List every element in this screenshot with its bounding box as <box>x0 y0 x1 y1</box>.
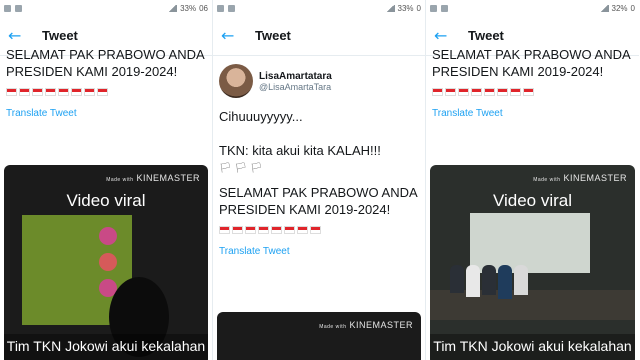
flag-icon <box>97 88 108 96</box>
app-icon <box>228 4 235 12</box>
status-bar: 32% 0 <box>426 0 639 16</box>
flag-icon <box>471 88 482 96</box>
status-bar: 33% 06 <box>0 0 212 16</box>
video-player[interactable]: Made with KINEMASTER Video viral Tim TKN … <box>430 165 635 360</box>
flag-icon <box>458 88 469 96</box>
flag-icon <box>284 226 295 234</box>
flag-icon <box>497 88 508 96</box>
author-name: LisaAmartatara <box>259 70 332 82</box>
video-title: Video viral <box>66 191 146 210</box>
back-arrow-icon[interactable]: ← <box>8 26 34 45</box>
person-silhouette <box>498 265 512 299</box>
author-handle: @LisaAmartaTara <box>259 81 332 92</box>
signal-icon <box>385 4 395 12</box>
video-frame-screen <box>470 213 590 273</box>
person-silhouette <box>482 265 496 295</box>
flag-emoji-row <box>426 80 639 96</box>
flag-icon <box>445 88 456 96</box>
flag-icon <box>6 88 17 96</box>
flag-icon <box>258 226 269 234</box>
person-silhouette <box>450 265 464 293</box>
battery-level: 33% <box>180 3 197 13</box>
flag-icon <box>510 88 521 96</box>
flag-icon <box>484 88 495 96</box>
video-title: Video viral <box>492 191 573 210</box>
video-caption: Tim TKN Jokowi akui kekalahan <box>4 334 208 360</box>
chart-dot-graphic <box>99 227 117 245</box>
battery-level: 32% <box>611 3 628 13</box>
avatar[interactable] <box>219 64 253 98</box>
tweet-panel-3: 32% 0 ← Tweet SELAMAT PAK PRABOWO ANDA PR… <box>426 0 639 360</box>
flag-icon <box>58 88 69 96</box>
tweet-author[interactable]: LisaAmartatara @LisaAmartaTara <box>213 56 425 102</box>
flag-icon <box>32 88 43 96</box>
flag-icon <box>271 226 282 234</box>
app-icon <box>441 4 448 12</box>
tweet-text-2: SELAMAT PAK PRABOWO ANDA PRESIDEN KAMI 2… <box>219 185 418 217</box>
flag-icon <box>45 88 56 96</box>
status-bar: 33% 0 <box>213 0 425 16</box>
notification-icon <box>4 4 11 12</box>
flag-icon <box>523 88 534 96</box>
app-bar-title: Tweet <box>468 28 504 43</box>
tweet-text: SELAMAT PAK PRABOWO ANDA PRESIDEN KAMI 2… <box>432 47 631 79</box>
kinemaster-watermark: Made with KINEMASTER <box>106 173 200 183</box>
flag-icon <box>19 88 30 96</box>
flag-icon <box>310 226 321 234</box>
app-bar: ← Tweet <box>213 16 425 56</box>
battery-level: 33% <box>397 3 414 13</box>
notification-icon <box>430 4 437 12</box>
flag-icon <box>71 88 82 96</box>
back-arrow-icon[interactable]: ← <box>221 26 247 45</box>
panel-people <box>450 265 528 299</box>
tweet-text: Cihuuuyyyyy... TKN: kita akui kita KALAH… <box>219 109 381 158</box>
video-player[interactable]: Made with KINEMASTER Video viral Tim TKN … <box>4 165 208 360</box>
tweet-panel-2: 33% 0 ← Tweet LisaAmartatara @LisaAmartaT… <box>213 0 426 360</box>
kinemaster-watermark: Made with KINEMASTER <box>533 173 627 183</box>
tweet-panel-1: 33% 06 ← Tweet SELAMAT PAK PRABOWO ANDA P… <box>0 0 213 360</box>
flag-emoji-row <box>213 218 425 234</box>
translate-tweet-link[interactable]: Translate Tweet <box>0 96 212 119</box>
chart-dot-graphic <box>99 253 117 271</box>
video-player[interactable]: Made with KINEMASTER <box>217 312 421 360</box>
flag-emoji-row <box>0 80 212 96</box>
clock: 0 <box>630 3 635 13</box>
flag-icon <box>297 226 308 234</box>
flag-icon <box>84 88 95 96</box>
translate-tweet-link[interactable]: Translate Tweet <box>213 234 425 257</box>
signal-icon <box>599 4 609 12</box>
clock: 06 <box>199 3 208 13</box>
app-icon <box>15 4 22 12</box>
video-caption: Tim TKN Jokowi akui kekalahan <box>430 334 635 360</box>
flag-icon <box>245 226 256 234</box>
flag-icon <box>219 226 230 234</box>
tweet-text: SELAMAT PAK PRABOWO ANDA PRESIDEN KAMI 2… <box>6 47 205 79</box>
person-silhouette <box>514 265 528 295</box>
signal-icon <box>168 4 178 12</box>
kinemaster-watermark: Made with KINEMASTER <box>319 320 413 330</box>
screenshot-collage: 33% 06 ← Tweet SELAMAT PAK PRABOWO ANDA P… <box>0 0 640 360</box>
app-bar-title: Tweet <box>255 28 291 43</box>
flag-icon <box>232 226 243 234</box>
back-arrow-icon[interactable]: ← <box>434 26 460 45</box>
app-bar-title: Tweet <box>42 28 78 43</box>
translate-tweet-link[interactable]: Translate Tweet <box>426 96 639 119</box>
white-flag-emoji-row: 🏳 🏳 🏳 <box>219 163 263 174</box>
notification-icon <box>217 4 224 12</box>
flag-icon <box>432 88 443 96</box>
clock: 0 <box>416 3 421 13</box>
person-silhouette <box>466 265 480 297</box>
